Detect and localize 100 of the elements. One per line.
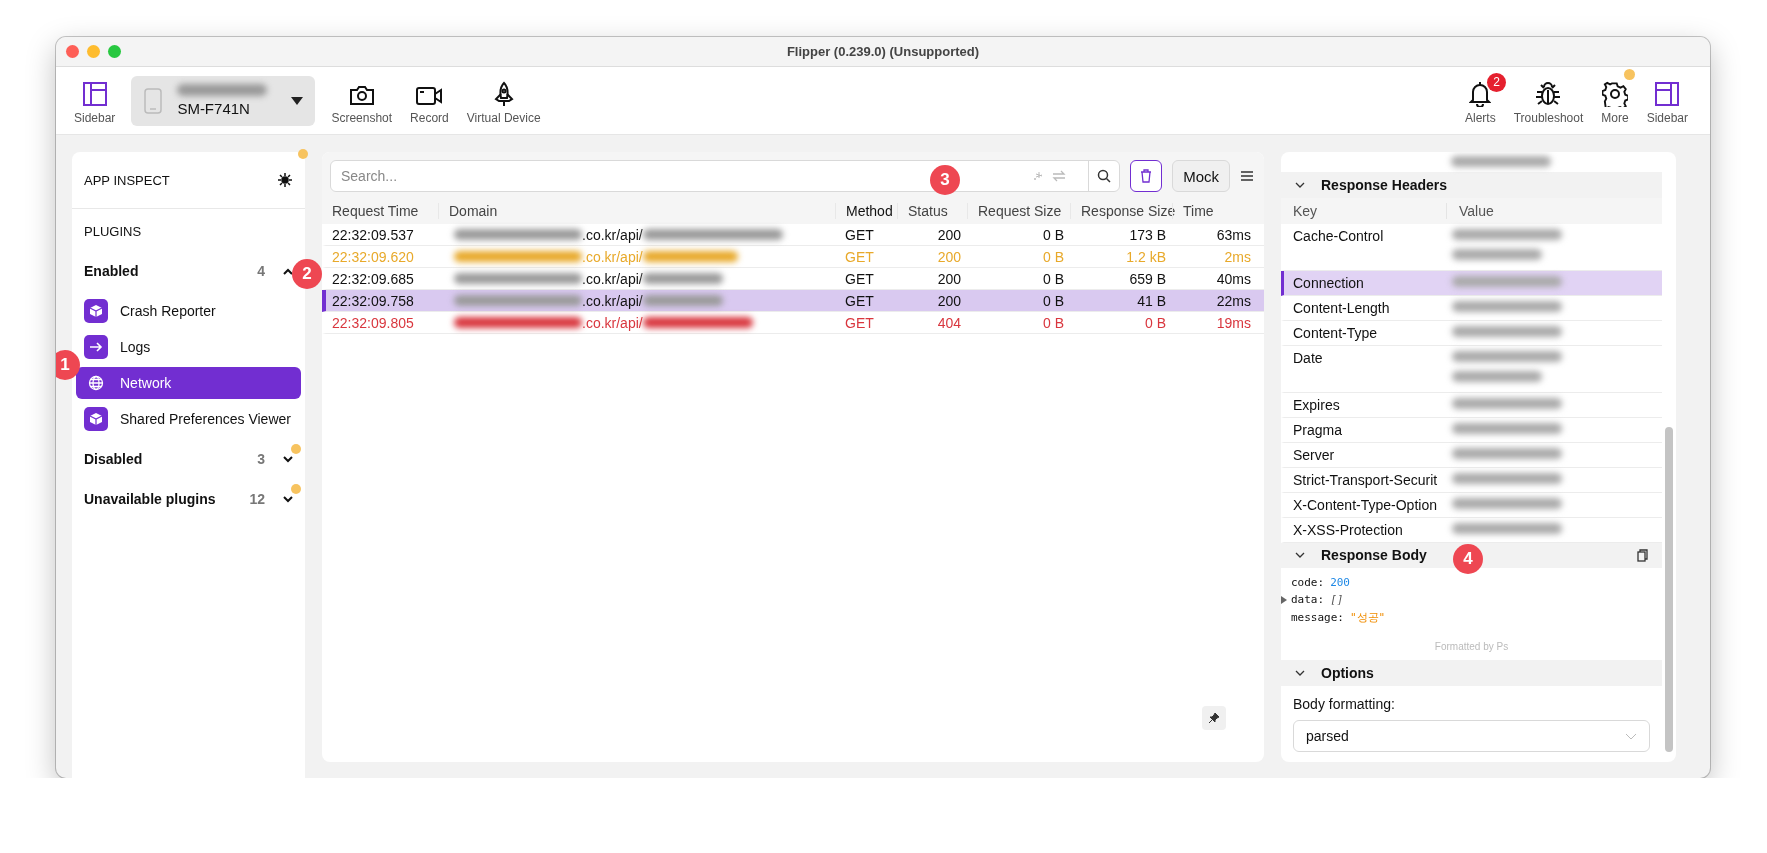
menu-icon[interactable]: [1240, 170, 1254, 182]
sidebar-toolbar-button[interactable]: Sidebar: [1640, 72, 1694, 129]
pin-icon: [1209, 713, 1219, 723]
group-label: Unavailable plugins: [84, 491, 217, 507]
footer-note: Formatted by Ps: [1433, 640, 1510, 655]
chevron-down-icon: [1625, 732, 1637, 740]
clear-button[interactable]: [1130, 160, 1163, 192]
table-cell-text: 659 B: [1128, 270, 1167, 287]
table-cell-text: Date: [1292, 348, 1324, 366]
bug-toolbar-button[interactable]: Troubleshoot: [1507, 72, 1590, 129]
sidebar-icon: [1654, 80, 1681, 107]
table-cell-text: Strict-Transport-Securit: [1292, 470, 1439, 488]
rocket-toolbar-button[interactable]: Virtual Device: [460, 72, 547, 129]
table-cell-text: 22:32:09.620: [331, 248, 415, 265]
table-cell-text: 2ms: [1223, 248, 1252, 265]
copy-icon[interactable]: [1637, 548, 1648, 562]
table-cell: .co.kr/api/: [582, 248, 643, 265]
json-value: []: [1330, 593, 1344, 607]
pin-button[interactable]: [1202, 706, 1226, 730]
device-selector[interactable]: SM-F741N: [131, 75, 316, 126]
json-value: 200: [1330, 576, 1350, 590]
plugin-count: 3: [257, 451, 265, 467]
notification-dot: [298, 149, 308, 159]
table-cell-text: 19ms: [1215, 314, 1252, 331]
expand-caret-icon[interactable]: [283, 455, 293, 463]
sidebar-icon: [81, 80, 108, 107]
mock-button[interactable]: Mock: [1172, 160, 1230, 192]
camera-toolbar-button[interactable]: Screenshot: [325, 72, 399, 129]
video-toolbar-button[interactable]: Record: [404, 72, 455, 129]
expand-caret-icon[interactable]: [283, 495, 293, 503]
plugin-count: 12: [249, 491, 265, 507]
gear-toolbar-button[interactable]: More: [1595, 72, 1635, 129]
column-header[interactable]: Status: [897, 203, 967, 219]
video-camera-icon: [415, 84, 444, 107]
column-header[interactable]: Request Time: [322, 203, 438, 219]
close-button[interactable]: [66, 45, 79, 58]
column-header[interactable]: Request Size: [967, 203, 1070, 219]
section-title: Response Headers: [1321, 176, 1448, 193]
field-label: Body formatting:: [1292, 695, 1396, 715]
table-cell-text: GET: [844, 226, 875, 243]
window-title: Flipper (0.239.0) (Unsupported): [786, 44, 980, 59]
header-row[interactable]: X-XSS-Protection: [1281, 517, 1662, 543]
table-cell-text: GET: [844, 270, 875, 287]
table-cell-text: Content-Type: [1292, 323, 1379, 341]
column-header[interactable]: Domain: [438, 203, 835, 219]
group-label: Enabled: [84, 263, 140, 279]
table-cell-text: 22ms: [1215, 292, 1252, 309]
table-cell-text: GET: [844, 292, 875, 309]
plugin-item[interactable]: Network: [76, 367, 301, 399]
header-row[interactable]: Pragma: [1281, 417, 1662, 443]
column-header[interactable]: Method: [835, 203, 897, 219]
table-cell-text: 41 B: [1136, 292, 1167, 309]
scrollbar[interactable]: [1665, 427, 1673, 752]
table-cell: .co.kr/api/: [582, 292, 643, 309]
bell-icon: [1469, 80, 1492, 107]
table-cell-text: 200: [936, 226, 962, 243]
table-row[interactable]: 22:32:09.758 .co.kr/api/ GET 200 0 B 41 B 22ms: [322, 290, 1264, 312]
table-row[interactable]: 22:32:09.537 .co.kr/api/ GET 200 0 B 173 B 63ms: [322, 224, 1264, 246]
header-row[interactable]: Server: [1281, 442, 1662, 468]
header-row[interactable]: Expires: [1281, 392, 1662, 418]
cube-icon: [84, 299, 108, 323]
table-cell-text: 200: [936, 270, 962, 287]
plugin-item[interactable]: Crash Reporter: [76, 295, 301, 327]
table-cell-text: 22:32:09.537: [331, 226, 415, 243]
column-header: Key: [1292, 202, 1319, 219]
section-title: APP INSPECT: [84, 172, 170, 188]
header-row[interactable]: Content-Type: [1281, 320, 1662, 346]
header-row[interactable]: X-Content-Type-Option: [1281, 492, 1662, 518]
plugin-item[interactable]: Shared Preferences Viewer: [76, 403, 301, 435]
table-cell-text: Pragma: [1292, 420, 1344, 438]
theme-toggle-icon[interactable]: [277, 172, 293, 188]
bug-icon: [1535, 80, 1562, 107]
collapse-caret-icon[interactable]: [283, 267, 293, 275]
formatting-select[interactable]: parsed: [1293, 720, 1650, 752]
table-cell: .co.kr/api/: [582, 270, 643, 287]
table-cell-text: X-XSS-Protection: [1292, 520, 1404, 538]
annotation-marker: 2: [292, 259, 322, 289]
section-title: Options: [1321, 665, 1374, 682]
header-row[interactable]: Connection: [1281, 270, 1662, 296]
json-key[interactable]: data:: [1281, 593, 1325, 607]
group-label: Disabled: [84, 451, 144, 467]
settings-icon: [1601, 80, 1628, 107]
json-key: code:: [1281, 576, 1325, 590]
header-row[interactable]: Content-Length: [1281, 295, 1662, 321]
cube-icon: [84, 407, 108, 431]
table-cell-text: 0 B: [1042, 270, 1065, 287]
sidebar-toolbar-button[interactable]: Sidebar: [68, 72, 122, 129]
table-cell-text: 63ms: [1215, 226, 1252, 243]
header-row[interactable]: Cache-Control: [1281, 223, 1662, 271]
json-key: message:: [1281, 611, 1344, 625]
search-icon: [1097, 169, 1112, 183]
header-row[interactable]: Strict-Transport-Securit: [1281, 467, 1662, 493]
notification-dot: [291, 444, 301, 454]
table-row[interactable]: 22:32:09.805 .co.kr/api/ GET 404 0 B 0 B 19ms: [322, 312, 1264, 334]
header-row[interactable]: Date: [1281, 345, 1662, 393]
table-cell-text: 200: [936, 248, 962, 265]
table-cell-text: Server: [1292, 445, 1336, 463]
table-cell-text: 200: [936, 292, 962, 309]
table-cell-text: 0 B: [1042, 226, 1065, 243]
table-cell-text: X-Content-Type-Option: [1292, 495, 1438, 513]
